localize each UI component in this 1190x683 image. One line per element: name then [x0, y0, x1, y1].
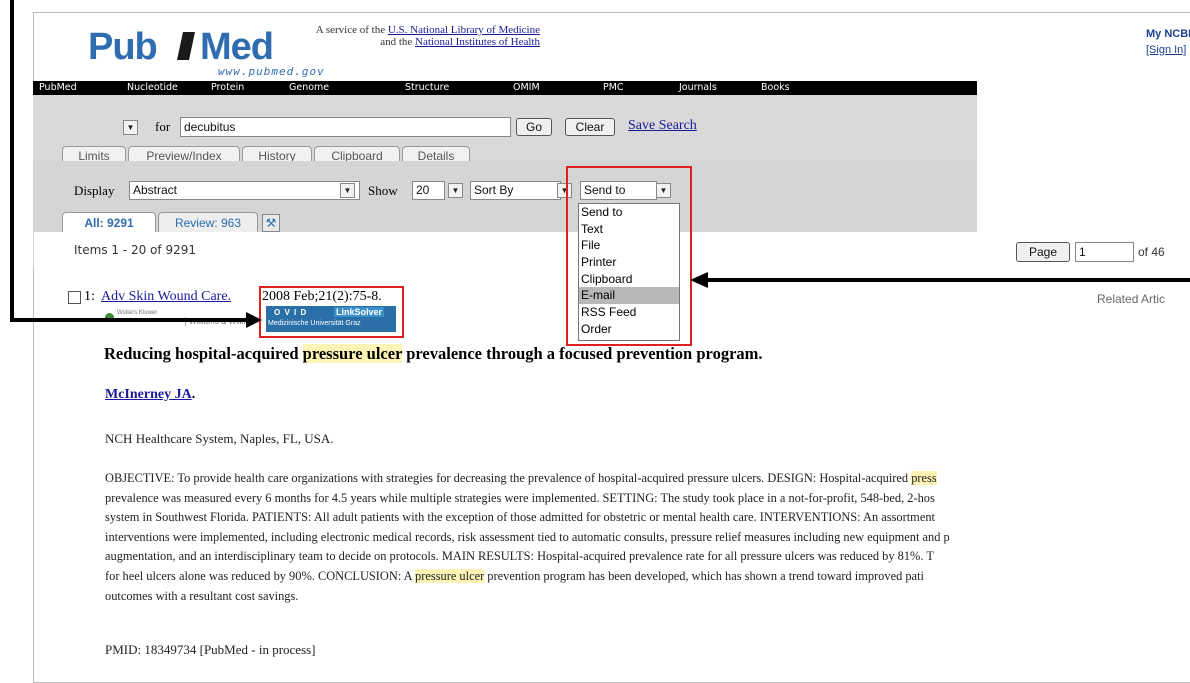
tab-review-results[interactable]: Review: 963: [158, 212, 258, 233]
title-highlight: pressure ulcer: [302, 344, 403, 363]
nav-genome[interactable]: Genome: [289, 82, 329, 93]
left-arrow-horizontal: [10, 318, 248, 322]
display-select-arrow[interactable]: ▼: [340, 183, 355, 198]
author-line: McInerney JA.: [105, 387, 195, 403]
save-search-link[interactable]: Save Search: [628, 118, 697, 134]
related-articles-link[interactable]: Related Artic: [1097, 292, 1165, 306]
title-prefix: Reducing hospital-acquired: [104, 344, 303, 363]
page-number-input[interactable]: 1: [1075, 242, 1134, 262]
pubmed-logo-url: www.pubmed.gov: [218, 65, 325, 78]
abstract: OBJECTIVE: To provide health care organi…: [105, 469, 977, 606]
journal-link[interactable]: Adv Skin Wound Care.: [101, 289, 231, 305]
nlm-link[interactable]: U.S. National Library of Medicine: [388, 24, 540, 36]
search-input[interactable]: decubitus: [180, 117, 511, 137]
publisher-top-text: Wolters Kluwer: [117, 310, 158, 316]
pubmed-logo-med: Med: [200, 26, 274, 68]
service-notice: A service of the U.S. National Library o…: [280, 24, 540, 48]
nav-pubmed[interactable]: PubMed: [39, 82, 77, 93]
nih-link[interactable]: National Institutes of Health: [415, 36, 540, 48]
author-link[interactable]: McInerney JA: [105, 387, 192, 402]
right-arrow-head-icon: [690, 272, 708, 288]
nav-structure[interactable]: Structure: [405, 82, 449, 93]
clear-button[interactable]: Clear: [565, 118, 615, 136]
database-select-arrow[interactable]: ▼: [123, 120, 138, 135]
page-total: of 46: [1138, 245, 1165, 259]
nav-journals[interactable]: Journals: [679, 82, 717, 93]
nav-books[interactable]: Books: [761, 82, 790, 93]
my-ncbi-title: My NCBI: [1146, 28, 1190, 40]
page-button[interactable]: Page: [1016, 242, 1070, 262]
for-label: for: [155, 119, 171, 134]
abstract-line-4: interventions were implemented, includin…: [105, 529, 950, 544]
tab-all-results[interactable]: All: 9291: [62, 212, 156, 233]
affiliation: NCH Healthcare System, Naples, FL, USA.: [105, 431, 334, 446]
customize-tabs-icon[interactable]: ⚒: [262, 214, 280, 232]
show-count-select[interactable]: 20: [412, 181, 445, 200]
article-title[interactable]: Reducing hospital-acquired pressure ulce…: [104, 344, 763, 364]
abstract-highlight-1: press: [911, 471, 937, 485]
database-nav: PubMed Nucleotide Protein Genome Structu…: [33, 81, 977, 95]
my-ncbi-box: My NCBI [Sign In]: [1142, 24, 1190, 66]
abstract-line-3: system in Southwest Florida. PATIENTS: A…: [105, 510, 935, 525]
nav-nucleotide[interactable]: Nucleotide: [127, 82, 178, 93]
abstract-line-2: prevalence was measured every 6 months f…: [105, 490, 935, 505]
pubmed-logo-pub: Pub: [88, 26, 158, 68]
linksolver-annotation-box: [259, 286, 404, 338]
show-select-arrow[interactable]: ▼: [448, 183, 463, 198]
right-arrow-horizontal: [708, 278, 1190, 282]
show-label: Show: [368, 183, 398, 198]
title-suffix: prevalence through a focused prevention …: [402, 344, 763, 363]
left-arrow-vertical: [10, 0, 14, 322]
nav-omim[interactable]: OMIM: [513, 82, 540, 93]
go-button[interactable]: Go: [516, 118, 552, 136]
sendto-annotation-box: [566, 166, 692, 346]
service-prefix-1: A service of the: [315, 24, 388, 36]
left-arrow-head-icon: [246, 312, 262, 328]
items-count: Items 1 - 20 of 9291: [74, 243, 196, 257]
abstract-line-6: for heel ulcers alone was reduced by 90%…: [105, 568, 416, 583]
display-label: Display: [74, 183, 115, 198]
abstract-line-6-end: prevention program has been developed, w…: [484, 568, 924, 583]
abstract-line-5: augmentation, and an interdisciplinary t…: [105, 549, 934, 564]
sort-by-select[interactable]: Sort By: [470, 181, 561, 200]
sign-in-link[interactable]: [Sign In]: [1146, 44, 1186, 56]
author-dot: .: [191, 387, 196, 402]
abstract-line-1: OBJECTIVE: To provide health care organi…: [105, 471, 912, 485]
abstract-highlight-2: pressure ulcer: [415, 568, 485, 583]
nav-protein[interactable]: Protein: [211, 82, 244, 93]
display-format-select[interactable]: Abstract: [129, 181, 360, 200]
pmid: PMID: 18349734 [PubMed - in process]: [105, 642, 316, 657]
abstract-line-7: outcomes with a resultant cost savings.: [105, 588, 299, 603]
result-checkbox[interactable]: [68, 291, 81, 304]
service-prefix-2: and the: [380, 36, 416, 48]
result-number: 1:: [84, 289, 95, 304]
nav-pmc[interactable]: PMC: [603, 82, 624, 93]
